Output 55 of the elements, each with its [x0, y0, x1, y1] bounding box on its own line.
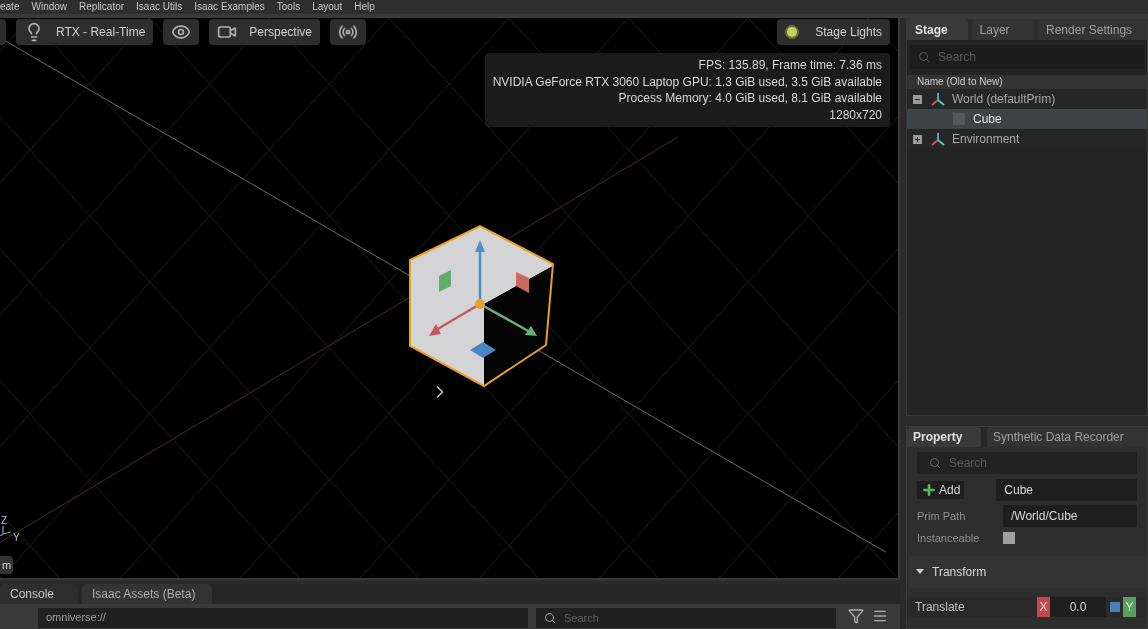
- name-field[interactable]: Cube: [996, 479, 1137, 501]
- stats-line: FPS: 135.89, Frame time: 7.36 ms: [697, 57, 882, 74]
- menu-item[interactable]: Window: [31, 2, 68, 12]
- toolbar-icon-button[interactable]: [330, 19, 367, 45]
- axis-badge: X: [1037, 596, 1050, 617]
- panel-tab[interactable]: Render Settings: [1038, 19, 1147, 40]
- add-button[interactable]: Add: [917, 481, 965, 499]
- axis-gizmo-icon: [0, 526, 12, 536]
- field-label: Instanceable: [917, 531, 981, 546]
- prim-path-field[interactable]: /World/Cube: [1003, 505, 1137, 527]
- stats-line: 1280x720: [828, 106, 882, 123]
- stats-line: Process Memory: 4.0 GiB used, 8.1 GiB available: [617, 90, 882, 107]
- panel-tab[interactable]: Layer: [971, 19, 1035, 40]
- stats-line: NVIDIA GeForce RTX 3060 Laptop GPU: 1.3 GiB used, 3.5 GiB available: [492, 73, 882, 90]
- field-label: Translate: [915, 598, 966, 616]
- checkbox[interactable]: [1003, 532, 1015, 545]
- menu-item[interactable]: Help: [354, 2, 375, 12]
- broadcast-icon: [338, 22, 359, 42]
- menu-item[interactable]: Isaac Utils: [136, 2, 183, 12]
- toolbar-button[interactable]: Perspective: [209, 19, 321, 45]
- axis-label: Z: [1, 516, 9, 526]
- menu-item[interactable]: Tools: [276, 2, 301, 12]
- panel-tab[interactable]: Synthetic Data Recorder: [987, 427, 1147, 447]
- collapse-icon[interactable]: [913, 94, 922, 104]
- axis-label: Y: [13, 533, 20, 543]
- path-field[interactable]: omniverse://: [38, 608, 528, 628]
- panel-tab[interactable]: Property: [907, 427, 981, 447]
- search-icon: [918, 51, 930, 63]
- filter-icon[interactable]: [848, 608, 864, 624]
- menu-item[interactable]: eate: [0, 2, 20, 12]
- plus-icon: [921, 482, 937, 498]
- panel-tab[interactable]: Stage: [907, 19, 968, 40]
- sun-icon: [785, 25, 800, 39]
- toolbar-button[interactable]: RTX - Real-Time: [16, 19, 154, 45]
- corner-button[interactable]: m: [0, 556, 14, 574]
- menu-item[interactable]: Replicator: [79, 2, 125, 12]
- menu-item[interactable]: Layout: [312, 2, 343, 12]
- bottom-tab[interactable]: Console: [0, 584, 78, 604]
- column-header[interactable]: Name (Old to New): [907, 75, 1147, 89]
- search-icon: [929, 457, 941, 469]
- toolbar-icon-button[interactable]: [163, 19, 200, 45]
- axes-icon: [930, 92, 946, 106]
- menu-icon[interactable]: [872, 608, 888, 624]
- expand-icon[interactable]: [913, 134, 922, 144]
- transform-section-header[interactable]: Transform: [910, 555, 1147, 588]
- axis-badge: Y: [1123, 596, 1136, 617]
- axes-icon: [930, 132, 946, 146]
- number-field[interactable]: 0.0: [1050, 596, 1106, 617]
- field-label: Prim Path: [917, 508, 967, 524]
- eye-icon: [171, 22, 192, 42]
- search-icon: [544, 612, 556, 624]
- bottom-tab[interactable]: Isaac Assets (Beta): [82, 584, 212, 604]
- menu-item[interactable]: Isaac Examples: [194, 2, 265, 12]
- stage-lights-button[interactable]: Stage Lights: [777, 19, 890, 45]
- tree-row[interactable]: Cube: [907, 109, 1147, 129]
